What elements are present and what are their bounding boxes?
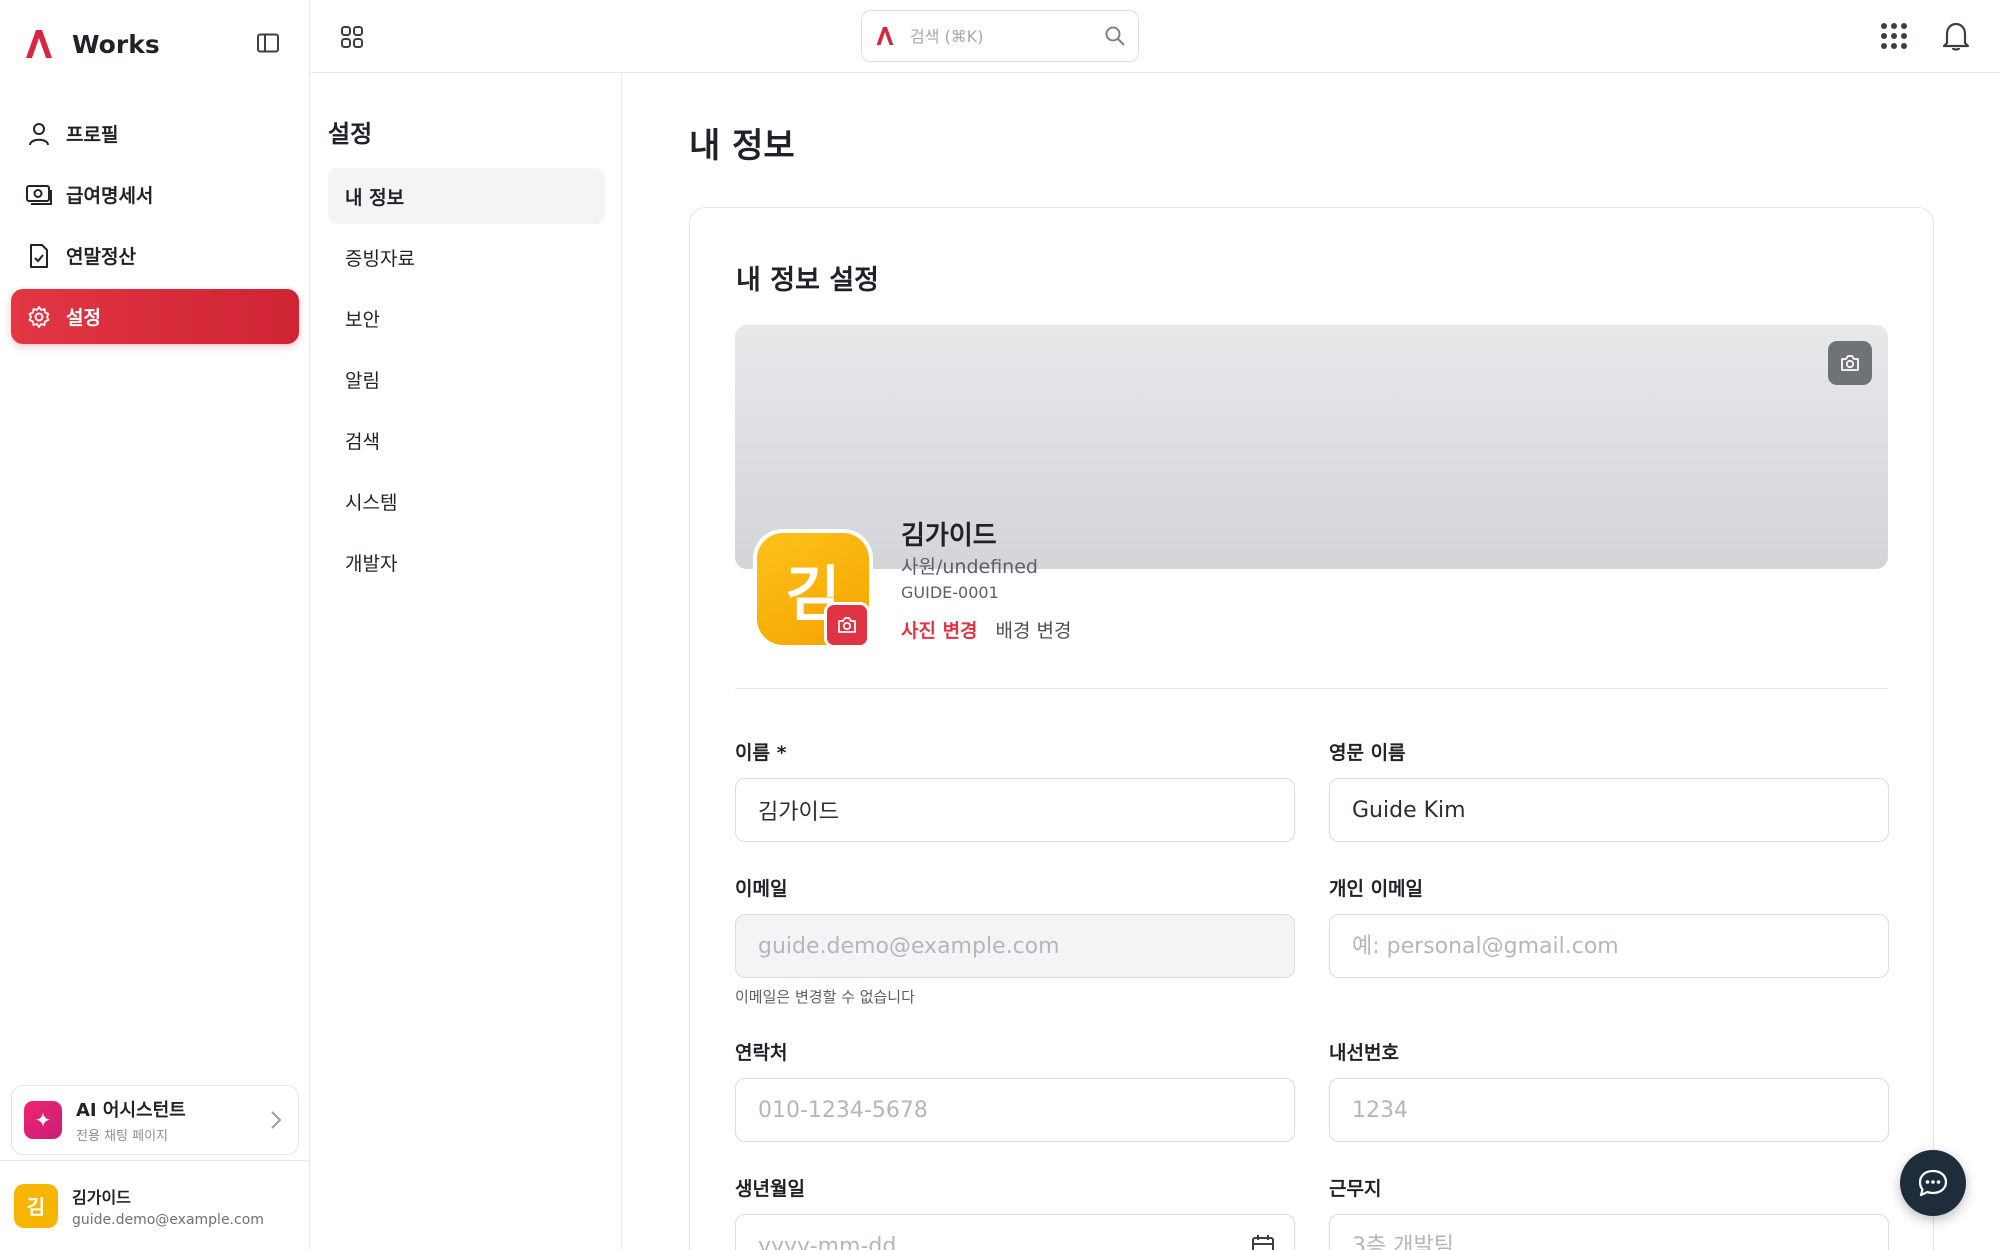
sidebar-item-label: 연말정산 bbox=[66, 246, 136, 268]
birthdate-label: 생년월일 bbox=[735, 1178, 805, 1200]
document-check-icon bbox=[26, 243, 52, 269]
brand-logo-icon bbox=[26, 30, 52, 58]
name-label: 이름 * bbox=[735, 742, 787, 764]
email-field bbox=[735, 914, 1295, 978]
workplace-label: 근무지 bbox=[1329, 1178, 1382, 1200]
sidebar-toggle-button[interactable] bbox=[255, 30, 281, 56]
apps-menu-button[interactable] bbox=[338, 23, 366, 51]
name-input[interactable] bbox=[735, 778, 1295, 842]
settings-subnav: 설정 내 정보 증빙자료 보안 알림 검색 시스템 개발자 bbox=[311, 74, 622, 1250]
sidebar-panel-icon bbox=[257, 33, 279, 53]
tab-notifications[interactable]: 알림 bbox=[328, 351, 605, 407]
chevron-right-icon bbox=[271, 1111, 282, 1129]
profile-employee-id: GUIDE-0001 bbox=[901, 583, 999, 602]
birthdate-input[interactable] bbox=[735, 1214, 1295, 1250]
avatar: 김 bbox=[14, 1183, 58, 1228]
user-icon bbox=[26, 121, 52, 147]
card-title: 내 정보 설정 bbox=[736, 265, 879, 296]
sidebar-item-payslip[interactable]: 급여명세서 bbox=[11, 167, 299, 222]
ai-assistant-card[interactable]: ✦ AI 어시스턴트 전용 채팅 페이지 bbox=[11, 1085, 299, 1155]
change-avatar-button[interactable] bbox=[824, 602, 870, 648]
search-icon[interactable] bbox=[1104, 25, 1126, 47]
page-title: 내 정보 bbox=[689, 126, 795, 166]
app-grid-icon bbox=[341, 26, 363, 48]
english-name-input[interactable] bbox=[1329, 778, 1889, 842]
sidebar-item-label: 급여명세서 bbox=[66, 185, 154, 207]
dots-grid-icon bbox=[1881, 23, 1907, 49]
tab-documents[interactable]: 증빙자료 bbox=[328, 229, 605, 285]
sidebar-item-year-end-tax[interactable]: 연말정산 bbox=[11, 228, 299, 283]
change-cover-button[interactable] bbox=[1828, 341, 1872, 385]
notifications-button[interactable] bbox=[1941, 20, 1971, 52]
change-photo-link[interactable]: 사진 변경 bbox=[901, 616, 978, 643]
divider bbox=[735, 688, 1888, 689]
sidebar-nav: 프로필 급여명세서 연말정산 설정 bbox=[11, 106, 299, 350]
workplace-input[interactable] bbox=[1329, 1214, 1889, 1250]
sidebar-item-label: 설정 bbox=[66, 307, 101, 329]
brand-logo-icon bbox=[876, 26, 894, 46]
english-name-field-group: 영문 이름 bbox=[1329, 738, 1889, 842]
phone-label: 연락처 bbox=[735, 1042, 788, 1064]
calendar-icon[interactable] bbox=[1251, 1234, 1275, 1250]
sidebar-item-label: 프로필 bbox=[66, 124, 119, 146]
camera-icon bbox=[1841, 355, 1859, 371]
brand[interactable]: Works bbox=[22, 26, 160, 62]
tab-security[interactable]: 보안 bbox=[328, 290, 605, 346]
sidebar-item-settings[interactable]: 설정 bbox=[11, 289, 299, 344]
user-name: 김가이드 bbox=[72, 1187, 131, 1207]
change-background-link[interactable]: 배경 변경 bbox=[996, 616, 1072, 643]
camera-icon bbox=[838, 617, 856, 633]
user-email: guide.demo@example.com bbox=[72, 1211, 264, 1228]
english-name-label: 영문 이름 bbox=[1329, 742, 1406, 764]
profile-name: 김가이드 bbox=[901, 521, 997, 551]
email-field-group: 이메일 이메일은 변경할 수 없습니다 bbox=[735, 874, 1295, 1007]
my-info-card: 내 정보 설정 김 김가이드 사원/undefined GUIDE-0001 사… bbox=[689, 207, 1934, 1250]
phone-input[interactable] bbox=[735, 1078, 1295, 1142]
gear-icon bbox=[26, 304, 52, 330]
birthdate-field-group: 생년월일 bbox=[735, 1174, 1295, 1250]
sparkle-icon: ✦ bbox=[24, 1101, 62, 1139]
subnav-title: 설정 bbox=[328, 120, 373, 148]
sidebar-item-profile[interactable]: 프로필 bbox=[11, 106, 299, 161]
extension-label: 내선번호 bbox=[1329, 1042, 1399, 1064]
tab-system[interactable]: 시스템 bbox=[328, 473, 605, 529]
bell-icon bbox=[1942, 22, 1970, 51]
payslip-icon bbox=[26, 182, 52, 208]
ai-assistant-title: AI 어시스턴트 bbox=[76, 1100, 186, 1121]
profile-role: 사원/undefined bbox=[901, 556, 1038, 578]
ai-assistant-subtitle: 전용 채팅 페이지 bbox=[76, 1129, 168, 1144]
search-input[interactable] bbox=[910, 26, 1080, 46]
chat-button[interactable] bbox=[1900, 1150, 1966, 1216]
tab-my-info[interactable]: 내 정보 bbox=[328, 168, 605, 224]
brand-name: Works bbox=[72, 29, 160, 59]
email-help-text: 이메일은 변경할 수 없습니다 bbox=[735, 988, 915, 1006]
topbar bbox=[311, 0, 2000, 73]
extension-field-group: 내선번호 bbox=[1329, 1038, 1889, 1142]
personal-email-input[interactable] bbox=[1329, 914, 1889, 978]
personal-email-label: 개인 이메일 bbox=[1329, 878, 1424, 900]
tab-search[interactable]: 검색 bbox=[328, 412, 605, 468]
chat-bubble-icon bbox=[1918, 1169, 1948, 1197]
current-user[interactable]: 김 김가이드 guide.demo@example.com bbox=[0, 1160, 310, 1250]
extension-input[interactable] bbox=[1329, 1078, 1889, 1142]
name-field-group: 이름 * bbox=[735, 738, 1295, 842]
tab-developer[interactable]: 개발자 bbox=[328, 534, 605, 590]
app-launcher-button[interactable] bbox=[1879, 21, 1909, 51]
main-content: 내 정보 내 정보 설정 김 김가이드 사원/undefined GUIDE-0… bbox=[623, 74, 2000, 1250]
workplace-field-group: 근무지 bbox=[1329, 1174, 1889, 1250]
email-label: 이메일 bbox=[735, 878, 788, 900]
phone-field-group: 연락처 bbox=[735, 1038, 1295, 1142]
sidebar: Works 프로필 급여명세서 연말정산 설정 ✦ AI 어시스턴트 전용 채팅… bbox=[0, 0, 310, 1250]
global-search[interactable] bbox=[861, 10, 1139, 62]
personal-email-field-group: 개인 이메일 bbox=[1329, 874, 1889, 978]
